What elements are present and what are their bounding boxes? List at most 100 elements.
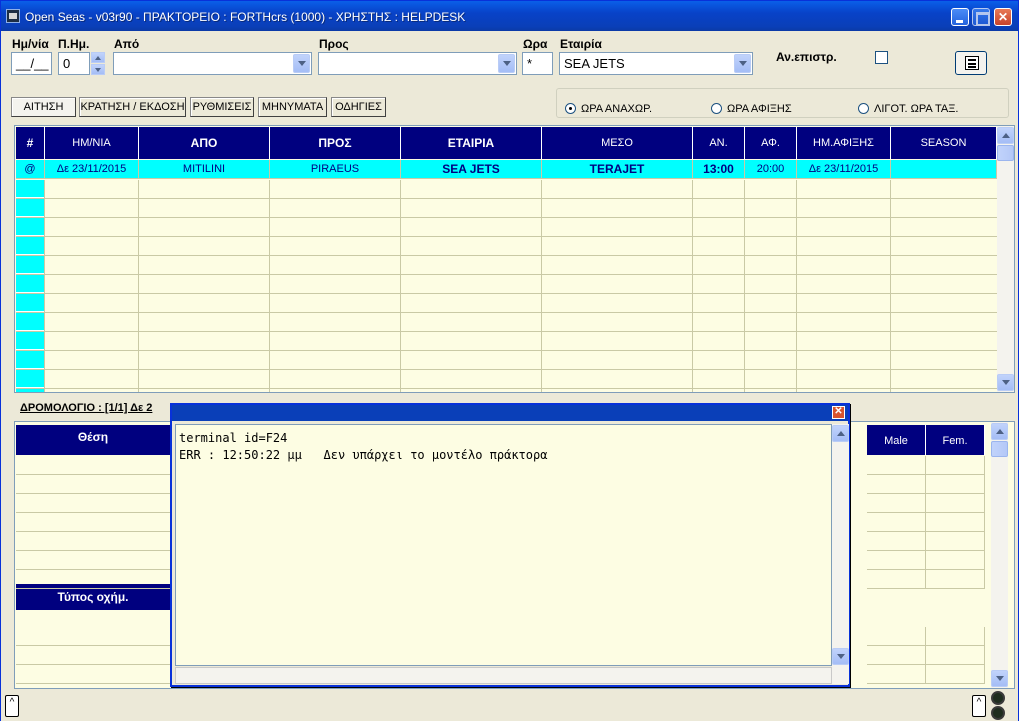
results-scrollbar[interactable] — [997, 126, 1014, 392]
list-item[interactable] — [867, 513, 926, 532]
tab-settings[interactable]: ΡΥΘΜΙΣΕΙΣ — [190, 97, 254, 117]
column-header[interactable]: ΜΕΣΟ — [542, 127, 693, 159]
from-select[interactable] — [113, 52, 312, 75]
table-row[interactable] — [16, 256, 997, 275]
time-field[interactable]: * — [522, 52, 553, 75]
to-select[interactable] — [318, 52, 517, 75]
table-row[interactable] — [16, 275, 997, 294]
list-item[interactable] — [926, 494, 985, 513]
seat-header[interactable]: Θέση — [16, 425, 171, 455]
date-field[interactable]: __/__ — [11, 52, 52, 75]
error-text[interactable]: terminal id=F24 ERR : 12:50:22 μμ Δεν υπά… — [175, 424, 832, 666]
table-row[interactable] — [16, 237, 997, 256]
radio-departure[interactable]: ΩΡΑ ΑΝΑΧΩΡ. — [565, 103, 652, 115]
cell-from: MITILINI — [139, 160, 270, 179]
list-item[interactable] — [16, 570, 171, 589]
list-item[interactable] — [867, 627, 926, 646]
table-row[interactable] — [16, 313, 997, 332]
scroll-up-icon[interactable] — [991, 423, 1008, 440]
column-header[interactable]: SEASON — [891, 127, 997, 159]
table-row[interactable]: @ Δε 23/11/2015 MITILINI PIRAEUS SEA JET… — [16, 160, 997, 179]
column-header[interactable]: ΗΜ.ΑΦΙΞΗΣ — [797, 127, 891, 159]
close-icon[interactable]: ✕ — [832, 406, 845, 419]
table-row[interactable] — [16, 294, 997, 313]
table-row[interactable] — [16, 332, 997, 351]
chevron-down-icon[interactable] — [734, 54, 751, 73]
table-row[interactable] — [16, 370, 997, 389]
scroll-down-icon[interactable] — [997, 374, 1014, 391]
tab-instructions[interactable]: ΟΔΗΓΙΕΣ — [331, 97, 386, 117]
table-row[interactable] — [16, 218, 997, 237]
list-item[interactable] — [16, 513, 171, 532]
scroll-thumb[interactable] — [997, 145, 1014, 161]
company-select[interactable]: SEA JETS — [559, 52, 753, 75]
list-item[interactable] — [16, 646, 171, 665]
list-item[interactable] — [926, 513, 985, 532]
list-item[interactable] — [16, 456, 171, 475]
list-item[interactable] — [16, 494, 171, 513]
tab-messages[interactable]: ΜΗΝΥΜΑΤΑ — [258, 97, 327, 117]
dialog-hscroll[interactable] — [175, 667, 832, 684]
list-item[interactable] — [16, 665, 171, 684]
stepper-up-icon[interactable] — [91, 52, 105, 63]
stepper-down-icon[interactable] — [91, 64, 105, 75]
chevron-down-icon[interactable] — [498, 54, 515, 73]
scroll-down-icon[interactable] — [991, 670, 1008, 687]
expand-left-button[interactable]: ^ — [5, 695, 19, 717]
list-item[interactable] — [16, 551, 171, 570]
close-button[interactable]: ✕ — [994, 8, 1012, 26]
return-checkbox[interactable] — [875, 51, 888, 64]
column-header[interactable]: ΠΡΟΣ — [270, 127, 401, 159]
table-row[interactable] — [16, 180, 997, 199]
radio-arrival[interactable]: ΩΡΑ ΑΦΙΞΗΣ — [711, 103, 792, 115]
list-item[interactable] — [16, 532, 171, 551]
passengers-scrollbar[interactable] — [991, 422, 1008, 688]
list-item[interactable] — [16, 627, 171, 646]
tab-request[interactable]: ΑΙΤΗΣΗ — [11, 97, 76, 117]
column-header[interactable]: ΑΦ. — [745, 127, 797, 159]
list-item[interactable] — [867, 532, 926, 551]
calculate-button[interactable] — [955, 51, 987, 75]
list-item[interactable] — [867, 665, 926, 684]
column-header[interactable]: ΕΤΑΙΡΙΑ — [401, 127, 542, 159]
column-header[interactable]: ΗΜ/ΝΙΑ — [45, 127, 139, 159]
tab-booking[interactable]: ΚΡΑΤΗΣΗ / ΕΚΔΟΣΗ — [79, 97, 186, 117]
table-row[interactable] — [16, 389, 997, 392]
plusdays-field[interactable]: 0 — [58, 52, 90, 75]
dialog-title-bar[interactable]: ✕ — [172, 405, 848, 421]
scroll-thumb[interactable] — [991, 441, 1008, 457]
list-item[interactable] — [867, 475, 926, 494]
expand-right-button[interactable]: ^ — [972, 695, 986, 717]
list-item[interactable] — [926, 627, 985, 646]
column-header[interactable]: ΑΝ. — [693, 127, 745, 159]
list-item[interactable] — [867, 456, 926, 475]
list-item[interactable] — [867, 570, 926, 589]
title-bar[interactable]: Open Seas - v03r90 - ΠΡΑΚΤΟΡΕΙΟ : FORTHc… — [1, 1, 1018, 31]
list-item[interactable] — [926, 646, 985, 665]
maximize-button[interactable] — [972, 8, 990, 26]
list-item[interactable] — [926, 456, 985, 475]
list-item[interactable] — [926, 475, 985, 494]
list-item[interactable] — [867, 551, 926, 570]
list-item[interactable] — [926, 665, 985, 684]
list-item[interactable] — [867, 646, 926, 665]
list-item[interactable] — [16, 475, 171, 494]
column-header[interactable]: # — [16, 127, 45, 159]
chevron-down-icon[interactable] — [293, 54, 310, 73]
table-row[interactable] — [16, 351, 997, 370]
list-item[interactable] — [926, 551, 985, 570]
list-item[interactable] — [867, 494, 926, 513]
plusdays-stepper[interactable] — [91, 52, 105, 75]
list-item[interactable] — [926, 532, 985, 551]
scroll-down-icon[interactable] — [832, 648, 849, 665]
scroll-up-icon[interactable] — [997, 127, 1014, 144]
dialog-vscroll[interactable] — [832, 424, 849, 684]
minimize-button[interactable] — [951, 8, 969, 26]
female-header[interactable]: Fem. — [926, 425, 985, 455]
table-row[interactable] — [16, 199, 997, 218]
male-header[interactable]: Male — [867, 425, 926, 455]
column-header[interactable]: ΑΠΟ — [139, 127, 270, 159]
list-item[interactable] — [926, 570, 985, 589]
scroll-up-icon[interactable] — [832, 425, 849, 442]
radio-shortest[interactable]: ΛΙΓΟΤ. ΩΡΑ ΤΑΞ. — [858, 103, 958, 115]
